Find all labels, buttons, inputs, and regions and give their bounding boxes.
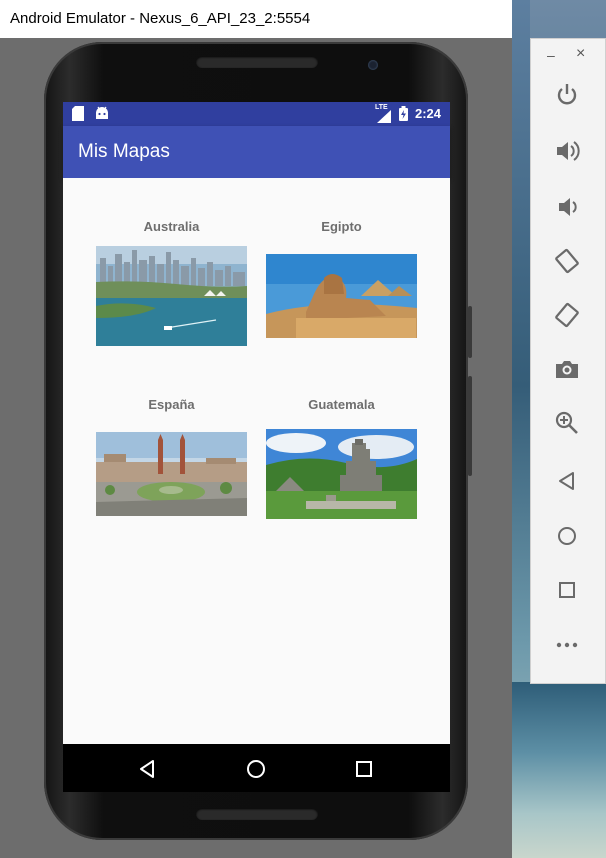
power-icon[interactable] xyxy=(553,81,581,109)
zoom-icon[interactable] xyxy=(553,409,581,437)
volume-up-icon[interactable] xyxy=(553,137,581,165)
nav-home-icon[interactable] xyxy=(243,756,269,782)
home-circle-icon[interactable] xyxy=(553,522,581,550)
bottom-speaker xyxy=(196,808,318,820)
nav-recents-icon[interactable] xyxy=(351,756,377,782)
app-bar: Mis Mapas xyxy=(63,126,450,178)
device-screen: LTE 2:24 Mis Mapas Australia Egipto Espa… xyxy=(63,102,450,792)
destination-card-egipto[interactable]: Egipto xyxy=(266,218,417,338)
status-bar: LTE 2:24 xyxy=(63,102,450,126)
destination-label: Egipto xyxy=(321,219,362,234)
minimize-button[interactable]: – xyxy=(547,47,555,63)
sd-card-icon xyxy=(72,106,84,124)
sydney-harbour-photo[interactable] xyxy=(96,246,247,346)
more-icon[interactable] xyxy=(553,631,581,659)
desktop-fragment-bottom xyxy=(512,682,606,858)
tikal-temple-photo[interactable] xyxy=(266,429,417,519)
nav-back-icon[interactable] xyxy=(135,756,161,782)
volume-down-icon[interactable] xyxy=(553,193,581,221)
destination-card-espana[interactable]: España xyxy=(96,396,247,516)
top-speaker xyxy=(196,56,318,68)
close-button[interactable]: × xyxy=(576,45,585,63)
status-time: 2:24 xyxy=(414,106,441,121)
rotate-left-icon[interactable] xyxy=(553,247,581,275)
destination-card-guatemala[interactable]: Guatemala xyxy=(266,396,417,519)
destinations-grid: Australia Egipto España Guatemala xyxy=(63,178,450,744)
destination-label: España xyxy=(148,397,195,412)
camera-icon[interactable] xyxy=(553,355,581,383)
destination-card-australia[interactable]: Australia xyxy=(96,218,247,346)
app-title: Mis Mapas xyxy=(78,141,170,162)
window-title-bar: Android Emulator - Nexus_6_API_23_2:5554 xyxy=(0,0,512,39)
window-title: Android Emulator - Nexus_6_API_23_2:5554 xyxy=(10,10,311,27)
destination-label: Australia xyxy=(143,219,200,234)
signal-icon xyxy=(377,110,391,126)
front-camera xyxy=(368,60,378,70)
barcelona-plaza-photo[interactable] xyxy=(96,432,247,516)
back-triangle-icon[interactable] xyxy=(553,467,581,495)
rotate-right-icon[interactable] xyxy=(553,301,581,329)
sphinx-pyramids-photo[interactable] xyxy=(266,254,417,338)
phone-volume-rocker xyxy=(468,376,472,476)
android-icon xyxy=(95,106,109,123)
battery-icon xyxy=(399,106,408,124)
destination-label: Guatemala xyxy=(308,397,375,412)
phone-side-button xyxy=(468,306,472,358)
navigation-bar xyxy=(63,744,450,792)
overview-square-icon[interactable] xyxy=(553,576,581,604)
emulator-toolbar: – × xyxy=(530,38,606,684)
